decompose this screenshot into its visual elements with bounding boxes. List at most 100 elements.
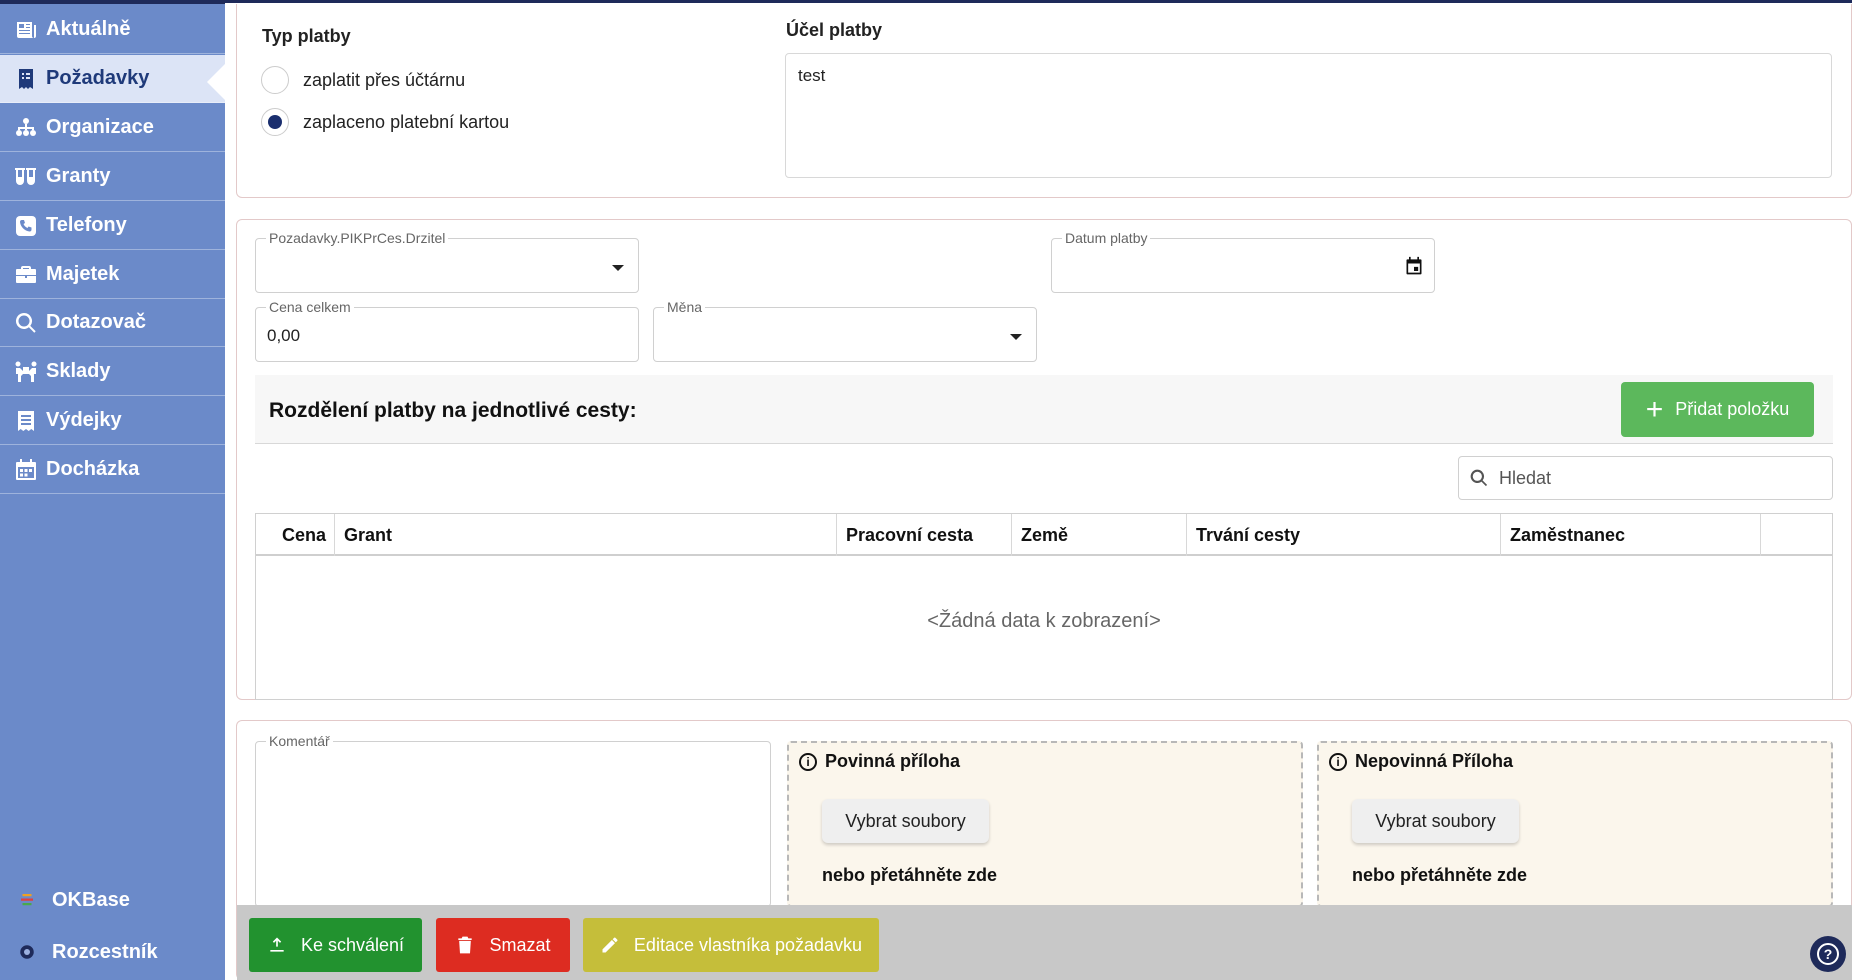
holder-label: Pozadavky.PIKPrCes.Drzitel <box>266 230 449 246</box>
select-files-button[interactable]: Vybrat soubory <box>1352 799 1519 843</box>
comment-textarea[interactable]: Komentář <box>255 733 771 907</box>
sidebar-item-dochazka[interactable]: Docházka <box>0 446 225 494</box>
sidebar-item-label: Docházka <box>46 458 140 480</box>
upload-icon <box>270 937 284 952</box>
receipt-icon <box>12 66 40 92</box>
sidebar-item-pozadavky[interactable]: Požadavky <box>0 55 225 103</box>
radio-label: zaplaceno platební kartou <box>303 111 510 132</box>
add-item-label: Přidat položku <box>1675 399 1790 419</box>
payment-details-card: Pozadavky.PIKPrCes.Drzitel Datum platby … <box>236 219 1852 700</box>
required-attachment-label: Povinná příloha <box>825 751 961 771</box>
total-price-label: Cena celkem <box>266 299 354 315</box>
plus-icon: + <box>1645 392 1664 426</box>
sidebar-item-label: Dotazovač <box>46 311 147 333</box>
trash-icon <box>458 936 473 954</box>
delete-label: Smazat <box>489 934 551 955</box>
column-pracovni-cesta[interactable]: Pracovní cesta <box>837 514 1012 556</box>
table-header: Cena Grant Pracovní cesta Země Trvání ce… <box>256 514 1832 556</box>
radio-label: zaplatit přes účtárnu <box>303 69 466 90</box>
radio-button-selected[interactable] <box>261 108 289 136</box>
sidebar: Aktuálně Požadavky Organizace Granty Tel… <box>0 0 225 980</box>
sidebar-item-organizace[interactable]: Organizace <box>0 104 225 152</box>
required-attachment-dropzone[interactable]: i Povinná příloha Vybrat soubory nebo př… <box>787 741 1303 907</box>
column-cena[interactable]: Cena <box>256 514 335 556</box>
calendar-icon[interactable] <box>1404 256 1424 276</box>
search-box[interactable]: Hledat <box>1458 456 1833 500</box>
payment-type-card: Typ platby zaplatit přes účtárnu zaplace… <box>236 4 1852 198</box>
active-indicator <box>207 64 225 100</box>
people-carry-icon <box>12 359 40 385</box>
receipt-list-icon <box>12 408 40 434</box>
sidebar-link-label: OKBase <box>52 888 130 911</box>
sidebar-item-label: Výdejky <box>46 409 122 431</box>
radio-pay-via-accounting[interactable]: zaplatit přes účtárnu <box>261 66 465 94</box>
submit-for-approval-label: Ke schválení <box>300 934 405 955</box>
total-price-value: 0,00 <box>267 326 301 345</box>
sidebar-item-label: Aktuálně <box>46 18 131 40</box>
total-price-input[interactable]: Cena celkem 0,00 <box>255 299 639 362</box>
payment-purpose-heading: Účel platby <box>786 20 883 40</box>
split-table: Cena Grant Pracovní cesta Země Trvání ce… <box>255 513 1833 700</box>
info-icon: i <box>1329 752 1347 771</box>
drop-hint: nebo přetáhněte zde <box>1352 865 1528 885</box>
split-title: Rozdělení platby na jednotlivé cesty: <box>269 399 637 422</box>
add-item-button[interactable]: + Přidat položku <box>1621 382 1814 437</box>
payment-type-heading: Typ platby <box>262 26 351 46</box>
holder-select[interactable]: Pozadavky.PIKPrCes.Drzitel <box>255 230 639 293</box>
radio-button[interactable] <box>261 66 289 94</box>
sidebar-item-vydejky[interactable]: Výdejky <box>0 397 225 445</box>
delete-button[interactable]: Smazat <box>436 918 570 972</box>
currency-label: Měna <box>664 299 706 315</box>
org-chart-icon <box>12 115 40 141</box>
chevron-down-icon[interactable] <box>1010 334 1022 340</box>
newspaper-icon <box>12 17 40 43</box>
pencil-icon <box>602 937 618 953</box>
empty-table-message: <Žádná data k zobrazení> <box>927 610 1161 632</box>
drop-hint: nebo přetáhněte zde <box>822 865 998 885</box>
sidebar-item-majetek[interactable]: Majetek <box>0 251 225 299</box>
optional-attachment-dropzone[interactable]: i Nepovinná Příloha Vybrat soubory nebo … <box>1317 741 1833 907</box>
sidebar-item-label: Organizace <box>46 116 154 138</box>
payment-date-label: Datum platby <box>1062 230 1151 246</box>
chevron-down-icon[interactable] <box>612 265 624 271</box>
radio-paid-by-card[interactable]: zaplaceno platební kartou <box>261 108 509 136</box>
comment-label: Komentář <box>266 733 333 749</box>
column-trvani-cesty[interactable]: Trvání cesty <box>1187 514 1501 556</box>
sidebar-link-okbase[interactable]: OKBase <box>0 880 225 920</box>
sidebar-item-telefony[interactable]: Telefony <box>0 202 225 250</box>
column-grant[interactable]: Grant <box>335 514 837 556</box>
info-icon: i <box>799 752 817 771</box>
sidebar-item-label: Telefony <box>46 214 127 236</box>
search-icon <box>1470 469 1488 487</box>
phone-icon <box>12 213 40 239</box>
question-icon: ? <box>1817 943 1839 965</box>
top-border <box>225 0 1852 3</box>
sidebar-item-aktualne[interactable]: Aktuálně <box>0 6 225 54</box>
search-icon <box>12 310 40 336</box>
sidebar-link-label: Rozcestník <box>52 940 158 963</box>
column-zamestnanec[interactable]: Zaměstnanec <box>1501 514 1761 556</box>
sidebar-item-dotazovac[interactable]: Dotazovač <box>0 299 225 347</box>
edit-owner-button[interactable]: Editace vlastníka požadavku <box>583 918 879 972</box>
optional-attachment-label: Nepovinná Příloha <box>1355 751 1514 771</box>
sidebar-top-line <box>0 0 225 4</box>
payment-purpose-textarea[interactable]: test <box>785 53 1832 178</box>
edit-owner-label: Editace vlastníka požadavku <box>633 934 863 955</box>
help-button[interactable]: ? <box>1810 936 1846 972</box>
sidebar-item-granty[interactable]: Granty <box>0 153 225 201</box>
signpost-icon <box>14 939 40 965</box>
radio-dot <box>268 115 282 129</box>
calendar-icon <box>12 457 40 483</box>
currency-select[interactable]: Měna <box>653 299 1037 362</box>
payment-date-field[interactable]: Datum platby <box>1051 230 1435 293</box>
select-files-button[interactable]: Vybrat soubory <box>822 799 989 843</box>
okbase-logo-icon <box>14 887 40 913</box>
column-zeme[interactable]: Země <box>1012 514 1187 556</box>
sidebar-link-rozcestnik[interactable]: Rozcestník <box>0 932 225 972</box>
briefcase-icon <box>12 262 40 288</box>
sidebar-item-sklady[interactable]: Sklady <box>0 348 225 396</box>
required-attachment-title: i Povinná příloha <box>799 751 960 772</box>
sidebar-item-label: Majetek <box>46 263 120 285</box>
submit-for-approval-button[interactable]: Ke schválení <box>249 918 422 972</box>
search-input[interactable]: Hledat <box>1499 468 1551 489</box>
